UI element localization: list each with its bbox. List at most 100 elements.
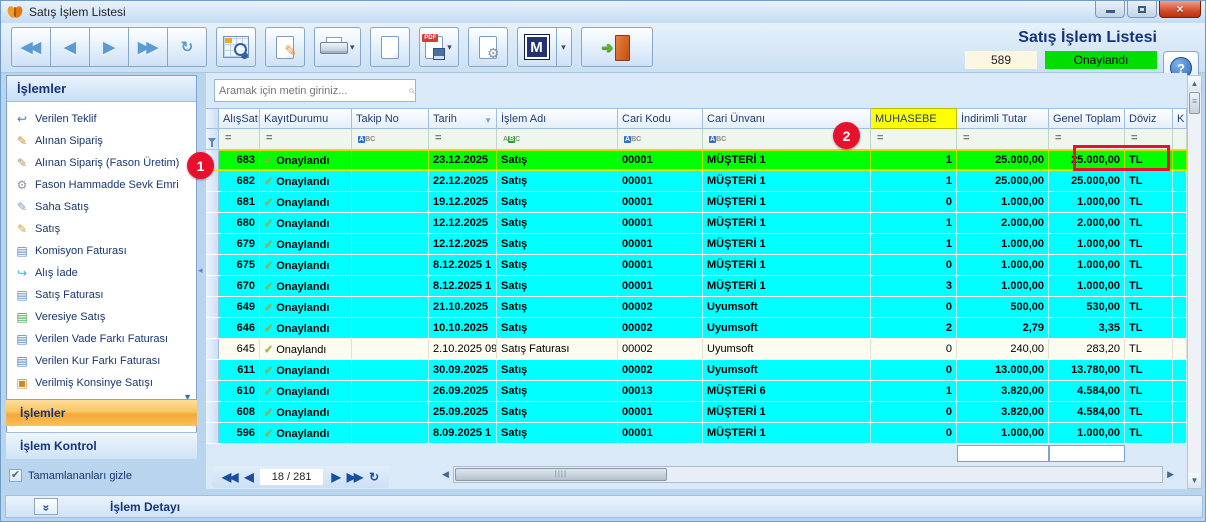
first-record-button[interactable]: ◀◀	[11, 27, 51, 67]
row-indicator-cell	[206, 276, 219, 296]
column-header-islem[interactable]: İşlem Adı	[497, 108, 618, 129]
minimize-button[interactable]	[1095, 1, 1125, 18]
sidebar-item-verilen-kur-farki-faturasi[interactable]: ▤Verilen Kur Farkı Faturası	[7, 350, 196, 372]
restore-button[interactable]	[1127, 1, 1157, 18]
table-row[interactable]: 681✓Onaylandı19.12.2025Satış00001MÜŞTERİ…	[206, 192, 1187, 213]
tools-button[interactable]	[468, 27, 508, 67]
close-button[interactable]: ×	[1159, 1, 1201, 18]
column-header-genel[interactable]: Genel Toplam	[1049, 108, 1125, 129]
hscroll-left-icon[interactable]: ◀	[438, 469, 453, 480]
table-row[interactable]: 610✓Onaylandı26.09.2025Satış00013MÜŞTERİ…	[206, 381, 1187, 402]
pager-last-button[interactable]: ▶▶	[343, 470, 365, 484]
column-header-takip[interactable]: Takip No	[352, 108, 429, 129]
sidebar-item-satis-faturasi[interactable]: ▤Satış Faturası	[7, 284, 196, 306]
filter-cell-muhasebe[interactable]: =	[871, 129, 957, 150]
attachment-button[interactable]	[370, 27, 410, 67]
filter-cell-kur[interactable]	[1173, 129, 1187, 150]
pager-refresh-button[interactable]: ↻	[365, 470, 383, 484]
cell-kur	[1173, 192, 1187, 212]
grid-search-button[interactable]	[216, 27, 256, 67]
table-row[interactable]: 645✓Onaylandı2.10.2025 09Satış Faturası0…	[206, 339, 1187, 360]
filter-cell-alissatis[interactable]: =	[219, 129, 260, 150]
sidebar-item-saha-satis[interactable]: ✎Saha Satış	[7, 196, 196, 218]
table-row[interactable]: 646✓Onaylandı10.10.2025Satış00002Uyumsof…	[206, 318, 1187, 339]
table-row[interactable]: 683✓Onaylandı23.12.2025Satış00001MÜŞTERİ…	[206, 150, 1187, 171]
sidebar-item-satis[interactable]: ✎Satış	[7, 218, 196, 240]
filter-cell-indirimli[interactable]: =	[957, 129, 1049, 150]
column-header-indirimli[interactable]: İndirimli Tutar	[957, 108, 1049, 129]
filter-funnel-cell[interactable]	[206, 129, 219, 150]
last-record-button[interactable]: ▶▶	[128, 27, 168, 67]
filter-cell-islem[interactable]: ABC	[497, 129, 618, 150]
table-row[interactable]: 596✓Onaylandı8.09.2025 1Satış00001MÜŞTER…	[206, 423, 1187, 444]
filter-cell-kayit[interactable]: =	[260, 129, 352, 150]
sidebar-section-islemler[interactable]: İşlemler	[6, 399, 197, 426]
sidebar-item-alis-iade[interactable]: ↪Alış İade	[7, 262, 196, 284]
vscroll-down-icon[interactable]: ▼	[1188, 473, 1201, 488]
sidebar-item-alinan-siparis-fason-uretim[interactable]: ✎Alınan Sipariş (Fason Üretim)	[7, 152, 196, 174]
sidebar-collapse-icon[interactable]: ◂	[198, 265, 203, 276]
cell-doviz: TL	[1125, 318, 1173, 338]
column-header-tarih[interactable]: Tarih▼	[429, 108, 497, 129]
sidebar-section-islem-kontrol[interactable]: İşlem Kontrol	[6, 432, 197, 459]
search-icon[interactable]: ⌕	[403, 83, 415, 98]
column-header-alissatis[interactable]: AlışSatış	[219, 108, 260, 129]
m-module-button[interactable]: M	[517, 27, 557, 67]
detail-expand-button[interactable]: »	[34, 498, 58, 515]
hscroll-thumb[interactable]	[455, 468, 667, 481]
sidebar-item-fason-hammadde-sevk-emri[interactable]: ⚙Fason Hammadde Sevk Emri	[7, 174, 196, 196]
refresh-button[interactable]: ↻	[167, 27, 207, 67]
sidebar-item-alinan-siparis[interactable]: ✎Alınan Sipariş	[7, 130, 196, 152]
hscroll-right-icon[interactable]: ▶	[1163, 469, 1178, 480]
vscroll-up-icon[interactable]: ▲	[1188, 76, 1201, 91]
vertical-scrollbar[interactable]: ▲ ▼	[1187, 75, 1202, 489]
pdf-save-dropdown-icon[interactable]: ▾	[447, 42, 452, 53]
summary-genel-box[interactable]	[1049, 445, 1125, 462]
pager-previous-button[interactable]: ◀	[240, 470, 255, 484]
column-header-kod[interactable]: Cari Kodu	[618, 108, 703, 129]
table-row[interactable]: 608✓Onaylandı25.09.2025Satış00001MÜŞTERİ…	[206, 402, 1187, 423]
previous-record-button[interactable]: ◀	[50, 27, 90, 67]
cell-doviz: TL	[1125, 339, 1173, 359]
sidebar-item-verilen-vade-farki-faturasi[interactable]: ▤Verilen Vade Farkı Faturası	[7, 328, 196, 350]
filter-cell-kod[interactable]: ABC	[618, 129, 703, 150]
table-row[interactable]: 670✓Onaylandı8.12.2025 1Satış00001MÜŞTER…	[206, 276, 1187, 297]
filter-cell-tarih[interactable]: =	[429, 129, 497, 150]
next-record-button[interactable]: ▶	[89, 27, 129, 67]
table-row[interactable]: 675✓Onaylandı8.12.2025 1Satış00001MÜŞTER…	[206, 255, 1187, 276]
m-module-dropdown-button[interactable]: ▾	[556, 27, 572, 67]
attachment-icon	[381, 36, 399, 59]
cell-takip	[352, 381, 429, 401]
cell-alissatis: 683	[219, 150, 260, 170]
cell-kur	[1173, 381, 1187, 401]
table-row[interactable]: 679✓Onaylandı12.12.2025Satış00001MÜŞTERİ…	[206, 234, 1187, 255]
table-row[interactable]: 682✓Onaylandı22.12.2025Satış00001MÜŞTERİ…	[206, 171, 1187, 192]
sidebar-item-verilen-teklif[interactable]: ↩Verilen Teklif	[7, 108, 196, 130]
print-dropdown-icon[interactable]: ▾	[350, 42, 355, 53]
edit-button[interactable]	[265, 27, 305, 67]
column-header-muhasebe[interactable]: MUHASEBE	[871, 108, 957, 129]
column-header-kur[interactable]: K	[1173, 108, 1187, 129]
table-row[interactable]: 611✓Onaylandı30.09.2025Satış00002Uyumsof…	[206, 360, 1187, 381]
pager-next-button[interactable]: ▶	[327, 470, 342, 484]
print-button[interactable]: ▾	[314, 27, 361, 67]
column-header-kayit[interactable]: KayıtDurumu	[260, 108, 352, 129]
sidebar-item-verilmis-konsinye-satisi[interactable]: ▣Verilmiş Konsinye Satışı	[7, 372, 196, 394]
pager-first-button[interactable]: ◀◀	[218, 470, 240, 484]
sidebar-item-komisyon-faturasi[interactable]: ▤Komisyon Faturası	[7, 240, 196, 262]
search-input[interactable]	[215, 85, 403, 97]
filter-cell-takip[interactable]: ABC	[352, 129, 429, 150]
sidebar-item-veresiye-satis[interactable]: ▤Veresiye Satış	[7, 306, 196, 328]
hscroll-track[interactable]	[453, 466, 1163, 483]
pdf-save-button[interactable]: ▾	[419, 27, 459, 67]
cell-genel: 1.000,00	[1049, 423, 1125, 443]
exit-button[interactable]	[581, 27, 653, 67]
table-row[interactable]: 649✓Onaylandı21.10.2025Satış00002Uyumsof…	[206, 297, 1187, 318]
summary-indirimli-box[interactable]	[957, 445, 1049, 462]
sort-desc-icon[interactable]: ▼	[484, 116, 492, 125]
table-row[interactable]: 680✓Onaylandı12.12.2025Satış00001MÜŞTERİ…	[206, 213, 1187, 234]
hide-completed-checkbox[interactable]: ✔	[9, 469, 22, 482]
column-header-label: AlışSatış	[223, 113, 260, 125]
column-header-doviz[interactable]: Döviz	[1125, 108, 1173, 129]
vscroll-thumb[interactable]	[1189, 92, 1200, 114]
